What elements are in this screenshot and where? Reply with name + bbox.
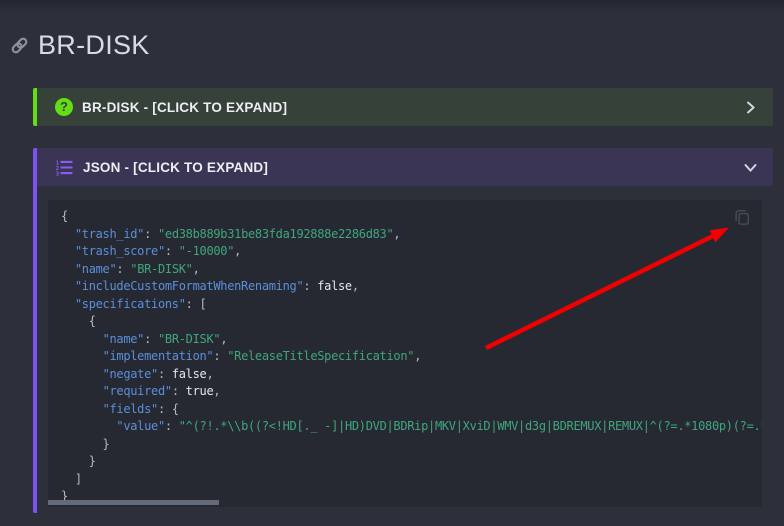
copy-button[interactable] <box>732 207 752 227</box>
code-block[interactable]: { "trash_id": "ed38b889b31be83fda192888e… <box>48 200 762 507</box>
code-line: "required": true, <box>61 383 749 401</box>
chevron-right-icon <box>743 100 758 115</box>
admonition-json-body: { "trash_id": "ed38b889b31be83fda192888e… <box>37 186 773 513</box>
code-line: { <box>61 313 749 331</box>
admonition-json-title: JSON - [CLICK TO EXPAND] <box>83 160 268 175</box>
question-circle-icon: ? <box>55 98 73 116</box>
svg-text:3: 3 <box>56 171 59 177</box>
page-title: BR-DISK <box>38 30 150 61</box>
code-line: "implementation": "ReleaseTitleSpecifica… <box>61 348 749 366</box>
code-line: "includeCustomFormatWhenRenaming": false… <box>61 278 749 296</box>
code-line: "name": "BR-DISK", <box>61 261 749 279</box>
code-line: "negate": false, <box>61 366 749 384</box>
code-line: } <box>61 453 749 471</box>
copy-icon <box>732 207 752 227</box>
code-line: ] <box>61 471 749 489</box>
code-line: "trash_score": "-10000", <box>61 243 749 261</box>
admonition-question-title: BR-DISK - [CLICK TO EXPAND] <box>82 100 287 115</box>
code-line: "trash_id": "ed38b889b31be83fda192888e22… <box>61 226 749 244</box>
chevron-down-icon <box>743 160 758 175</box>
code-line: "fields": { <box>61 401 749 419</box>
ordered-list-icon: 1 2 3 <box>55 158 74 177</box>
code-line: "value": "^(?!.*\\b((?<!HD[._ -]|HD)DVD|… <box>61 418 749 436</box>
code-line: } <box>61 436 749 454</box>
admonition-json-header[interactable]: 1 2 3 JSON - [CLICK TO EXPAND] <box>37 148 773 186</box>
page-heading: BR-DISK <box>10 30 150 61</box>
admonition-json: 1 2 3 JSON - [CLICK TO EXPAND] { "trash_… <box>33 148 773 513</box>
viewport-top-edge <box>0 0 784 13</box>
code-line: "specifications": [ <box>61 296 749 314</box>
permalink-icon[interactable] <box>10 36 29 55</box>
json-code: { "trash_id": "ed38b889b31be83fda192888e… <box>61 208 749 506</box>
admonition-question: ? BR-DISK - [CLICK TO EXPAND] <box>33 88 773 126</box>
admonition-question-header[interactable]: ? BR-DISK - [CLICK TO EXPAND] <box>37 88 773 126</box>
horizontal-scrollbar[interactable] <box>48 500 762 505</box>
scrollbar-thumb[interactable] <box>48 500 219 505</box>
code-line: { <box>61 208 749 226</box>
code-line: "name": "BR-DISK", <box>61 331 749 349</box>
